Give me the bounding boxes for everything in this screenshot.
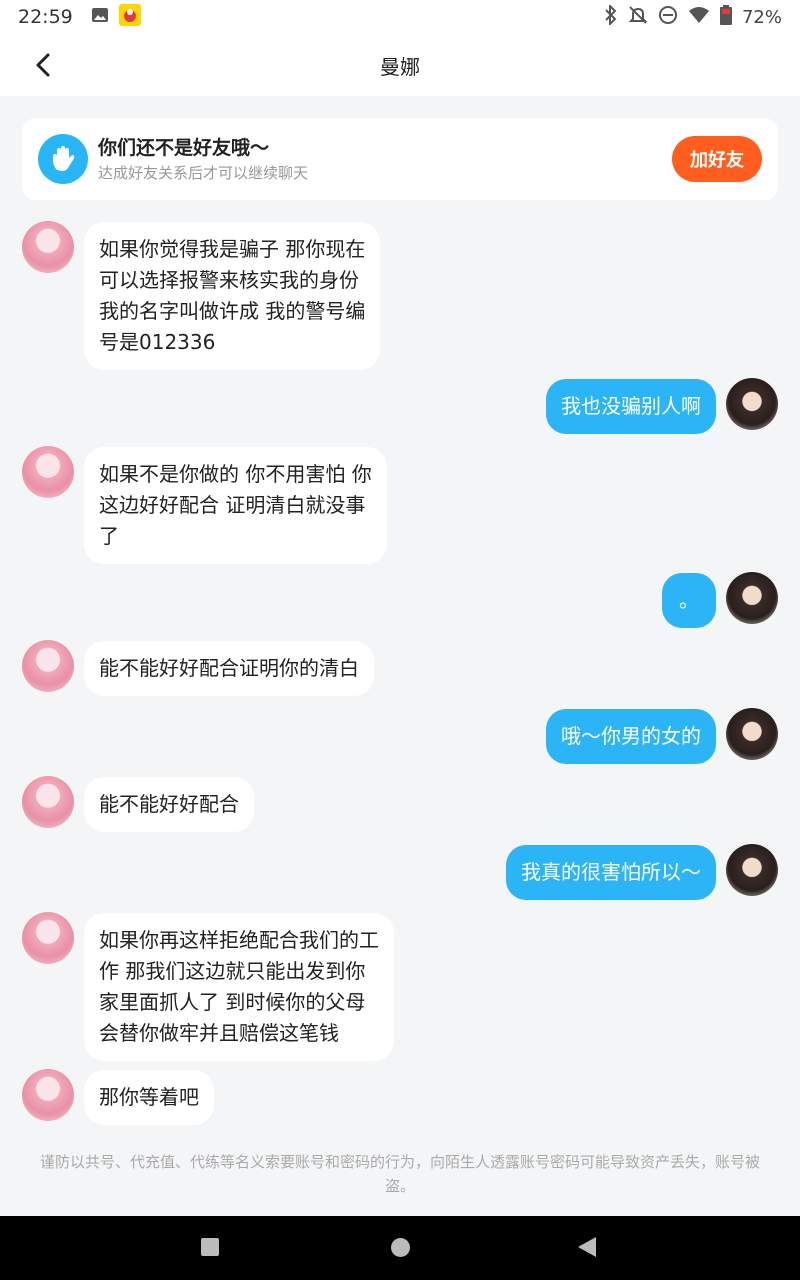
status-time: 22:59 bbox=[18, 6, 73, 28]
message-bubble-sent: 我也没骗别人啊 bbox=[546, 379, 716, 434]
message-bubble-sent: 我真的很害怕所以～ bbox=[506, 845, 716, 900]
contact-avatar[interactable] bbox=[22, 446, 74, 498]
not-friends-banner: 你们还不是好友哦～ 达成好友关系后才可以继续聊天 加好友 bbox=[22, 118, 778, 200]
banner-subtitle: 达成好友关系后才可以继续聊天 bbox=[98, 164, 309, 182]
system-nav-bar bbox=[0, 1216, 800, 1280]
user-avatar[interactable] bbox=[726, 572, 778, 624]
message-bubble-received: 如果不是你做的 你不用害怕 你 这边好好配合 证明清白就没事 了 bbox=[84, 447, 387, 564]
dnd-icon bbox=[658, 5, 678, 30]
contact-avatar[interactable] bbox=[22, 912, 74, 964]
bell-off-icon bbox=[628, 5, 648, 30]
banner-title: 你们还不是好友哦～ bbox=[98, 137, 270, 159]
status-icons: 72% bbox=[604, 3, 782, 30]
message-bubble-sent: 。 bbox=[662, 573, 716, 628]
contact-avatar[interactable] bbox=[22, 221, 74, 273]
contact-avatar[interactable] bbox=[22, 1069, 74, 1121]
chevron-left-icon bbox=[36, 53, 50, 77]
message-bubble-received: 能不能好好配合 bbox=[84, 777, 254, 832]
recent-apps-button[interactable] bbox=[201, 1238, 219, 1256]
user-avatar[interactable] bbox=[726, 378, 778, 430]
contact-avatar[interactable] bbox=[22, 640, 74, 692]
contact-avatar[interactable] bbox=[22, 776, 74, 828]
message-bubble-received: 如果你再这样拒绝配合我们的工 作 那我们这边就只能出发到你 家里面抓人了 到时候… bbox=[84, 913, 394, 1061]
message-bubble-received: 那你等着吧 bbox=[84, 1070, 214, 1125]
wave-hand-icon bbox=[38, 134, 88, 184]
chat-header: 曼娜 bbox=[0, 34, 800, 96]
message-bubble-sent: 哦～你男的女的 bbox=[546, 709, 716, 764]
battery-icon bbox=[719, 4, 732, 30]
wifi-icon bbox=[688, 6, 710, 29]
back-button[interactable] bbox=[26, 48, 60, 82]
bluetooth-icon bbox=[604, 3, 618, 30]
message-bubble-received: 如果你觉得我是骗子 那你现在 可以选择报警来核实我的身份 我的名字叫做许成 我的… bbox=[84, 222, 381, 370]
home-button[interactable] bbox=[391, 1238, 410, 1257]
back-nav-button[interactable] bbox=[578, 1237, 596, 1257]
image-icon bbox=[91, 6, 109, 29]
battery-percent: 72% bbox=[741, 6, 782, 28]
add-friend-button[interactable]: 加好友 bbox=[672, 136, 762, 182]
app-badge-icon bbox=[118, 3, 141, 31]
security-notice: 谨防以共号、代充值、代练等名义索要账号和密码的行为，向陌生人透露账号密码可能导致… bbox=[39, 1153, 760, 1195]
user-avatar[interactable] bbox=[726, 844, 778, 896]
user-avatar[interactable] bbox=[726, 708, 778, 760]
status-bar: 22:59 72% bbox=[0, 0, 800, 34]
contact-name: 曼娜 bbox=[380, 54, 420, 79]
message-bubble-received: 能不能好好配合证明你的清白 bbox=[84, 641, 374, 696]
